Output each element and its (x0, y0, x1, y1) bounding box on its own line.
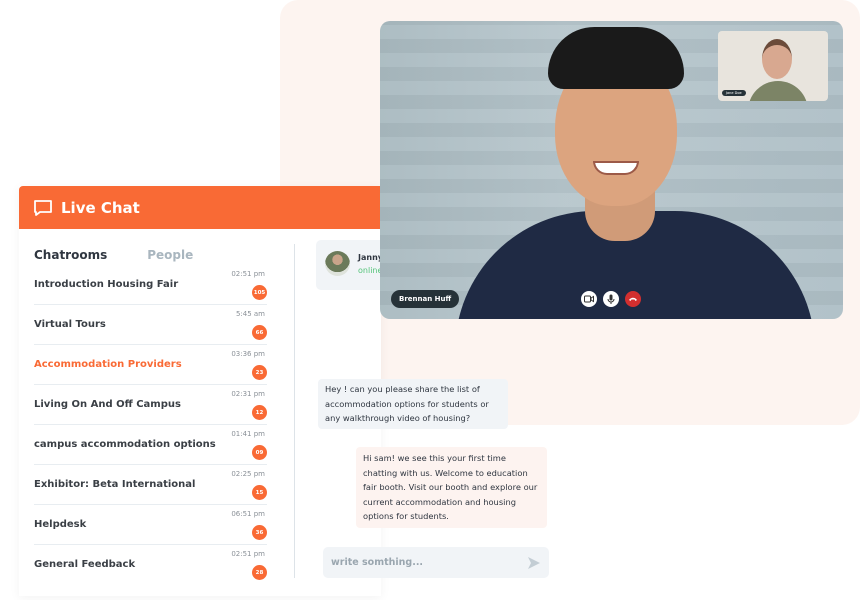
incoming-message: Hey ! can you please share the list of a… (318, 379, 508, 429)
message-placeholder: write somthing... (331, 557, 424, 568)
chatroom-name: Exhibitor: Beta International (34, 479, 196, 490)
chat-icon (34, 199, 52, 216)
chatroom-name: General Feedback (34, 559, 136, 570)
send-icon[interactable] (527, 556, 541, 570)
chatroom-name: Accommodation Providers (34, 359, 182, 370)
chatroom-name: Living On And Off Campus (34, 399, 181, 410)
chatroom-time: 02:51 pm (231, 550, 265, 558)
speaker-hair (548, 27, 684, 89)
thumb-name-tag: Jane Doe (722, 90, 746, 96)
avatar (325, 251, 350, 276)
chatroom-time: 02:31 pm (231, 390, 265, 398)
end-call-button[interactable] (625, 291, 641, 307)
chatroom-item[interactable]: Living On And Off Campus 02:31 pm 12 (34, 385, 267, 425)
microphone-button[interactable] (603, 291, 619, 307)
chatroom-item[interactable]: campus accommodation options 01:41 pm 09 (34, 425, 267, 465)
unread-badge: 12 (252, 405, 267, 420)
unread-badge: 36 (252, 525, 267, 540)
contact-status: online (358, 266, 383, 275)
speaker-name-tag: Brennan Huff (391, 290, 460, 308)
video-call: Jane Doe Brennan Huff (380, 21, 843, 319)
live-chat-header: Live Chat (19, 186, 399, 229)
self-view-thumbnail[interactable]: Jane Doe (718, 31, 828, 101)
chatroom-time: 06:51 pm (231, 510, 265, 518)
chatroom-item[interactable]: Introduction Housing Fair 02:51 pm 105 (34, 265, 267, 305)
chatroom-name: Virtual Tours (34, 319, 106, 330)
chatroom-name: Introduction Housing Fair (34, 279, 179, 290)
divider (294, 244, 295, 578)
unread-badge: 09 (252, 445, 267, 460)
live-chat-title: Live Chat (61, 198, 140, 217)
outgoing-message: Hi sam! we see this your first time chat… (356, 447, 547, 528)
microphone-icon (607, 294, 615, 304)
chatroom-time: 02:25 pm (231, 470, 265, 478)
unread-badge: 23 (252, 365, 267, 380)
chatroom-time: 5:45 am (235, 310, 265, 318)
speaker-smile (593, 161, 639, 175)
unread-badge: 28 (252, 565, 267, 580)
chatroom-name: Helpdesk (34, 519, 87, 530)
chatroom-time: 02:51 pm (231, 270, 265, 278)
chatroom-item[interactable]: Accommodation Providers 03:36 pm 23 (34, 345, 267, 385)
end-call-icon (629, 297, 637, 301)
camera-button[interactable] (581, 291, 597, 307)
unread-badge: 15 (252, 485, 267, 500)
tab-people[interactable]: People (147, 248, 193, 262)
chatroom-list: Introduction Housing Fair 02:51 pm 105 Virt… (34, 265, 267, 585)
tab-chatrooms[interactable]: Chatrooms (34, 248, 107, 262)
chatroom-item[interactable]: Virtual Tours 5:45 am 66 (34, 305, 267, 345)
thumb-face (762, 39, 792, 79)
camera-icon (584, 295, 594, 303)
chatroom-time: 03:36 pm (231, 350, 265, 358)
message-input[interactable]: write somthing... (323, 547, 549, 578)
unread-badge: 66 (252, 325, 267, 340)
chatroom-item[interactable]: Exhibitor: Beta International 02:25 pm 15 (34, 465, 267, 505)
chatroom-item[interactable]: General Feedback 02:51 pm 28 (34, 545, 267, 585)
thumb-body (748, 81, 808, 101)
chatroom-item[interactable]: Helpdesk 06:51 pm 36 (34, 505, 267, 545)
chatroom-name: campus accommodation options (34, 439, 216, 450)
chatroom-time: 01:41 pm (231, 430, 265, 438)
unread-badge: 105 (252, 285, 267, 300)
